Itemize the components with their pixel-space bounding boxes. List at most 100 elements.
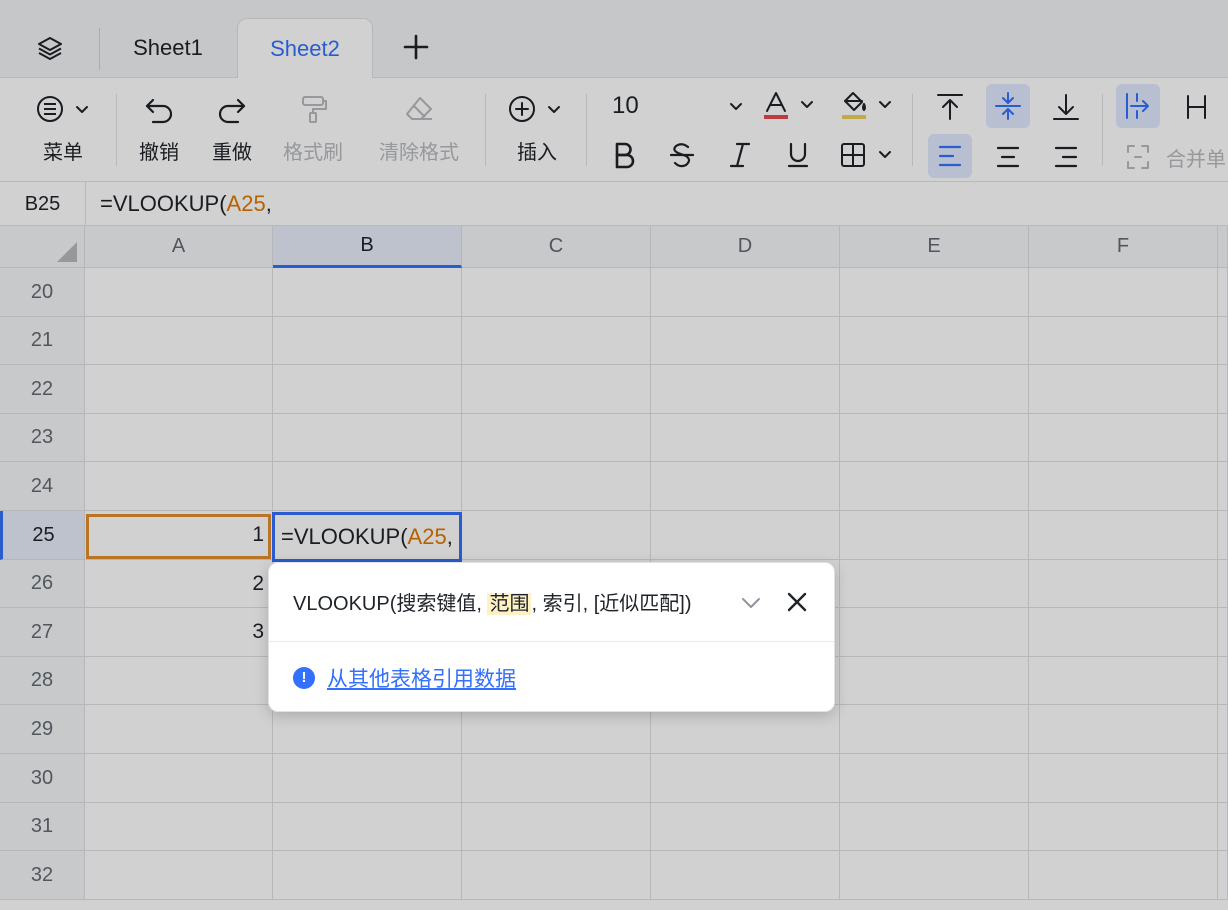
chevron-down-icon[interactable] bbox=[726, 96, 746, 121]
column-header-b[interactable]: B bbox=[273, 226, 462, 268]
close-icon[interactable] bbox=[782, 587, 812, 617]
cell-f27[interactable] bbox=[1029, 608, 1218, 657]
cell-c30[interactable] bbox=[462, 754, 651, 803]
menu-button[interactable]: 菜单 bbox=[33, 88, 93, 165]
cell-f32[interactable] bbox=[1029, 851, 1218, 900]
cell-e28[interactable] bbox=[840, 657, 1029, 705]
cell-a28[interactable] bbox=[85, 657, 273, 705]
cell-d29[interactable] bbox=[651, 705, 840, 754]
cell-e21[interactable] bbox=[840, 317, 1029, 365]
cell-c25[interactable] bbox=[462, 511, 651, 560]
cell-f30[interactable] bbox=[1029, 754, 1218, 803]
cell-a31[interactable] bbox=[85, 803, 273, 851]
cell-e29[interactable] bbox=[840, 705, 1029, 754]
cell-f29[interactable] bbox=[1029, 705, 1218, 754]
font-color-icon[interactable] bbox=[760, 90, 820, 122]
cell-d30[interactable] bbox=[651, 754, 840, 803]
cell-e32[interactable] bbox=[840, 851, 1029, 900]
clear-format-button[interactable]: 清除格式 bbox=[376, 88, 462, 165]
align-top-icon[interactable] bbox=[928, 86, 972, 128]
cell-a21[interactable] bbox=[85, 317, 273, 365]
cell-f23[interactable] bbox=[1029, 414, 1218, 462]
format-painter-button[interactable]: 格式刷 bbox=[283, 88, 343, 165]
cell-g27[interactable] bbox=[1218, 608, 1228, 657]
row-header-20[interactable]: 20 bbox=[0, 268, 85, 317]
align-middle-icon[interactable] bbox=[986, 84, 1030, 128]
cell-f31[interactable] bbox=[1029, 803, 1218, 851]
cell-a32[interactable] bbox=[85, 851, 273, 900]
cell-c22[interactable] bbox=[462, 365, 651, 414]
cell-e27[interactable] bbox=[840, 608, 1029, 657]
cell-a29[interactable] bbox=[85, 705, 273, 754]
cell-a20[interactable] bbox=[85, 268, 273, 317]
cell-f22[interactable] bbox=[1029, 365, 1218, 414]
cell-c20[interactable] bbox=[462, 268, 651, 317]
cell-e31[interactable] bbox=[840, 803, 1029, 851]
cell-f20[interactable] bbox=[1029, 268, 1218, 317]
cell-c23[interactable] bbox=[462, 414, 651, 462]
cell-b29[interactable] bbox=[273, 705, 462, 754]
cell-g32[interactable] bbox=[1218, 851, 1228, 900]
column-header-c[interactable]: C bbox=[462, 226, 651, 268]
cell-a26[interactable]: 2 bbox=[85, 560, 273, 608]
row-header-25[interactable]: 25 bbox=[0, 511, 85, 560]
column-header-d[interactable]: D bbox=[651, 226, 840, 268]
cell-b21[interactable] bbox=[273, 317, 462, 365]
fill-color-icon[interactable] bbox=[838, 90, 898, 122]
merge-cells-label[interactable]: 合并单 bbox=[1166, 140, 1226, 174]
cell-c32[interactable] bbox=[462, 851, 651, 900]
cell-f24[interactable] bbox=[1029, 462, 1218, 511]
layers-icon[interactable] bbox=[30, 28, 70, 68]
cell-e30[interactable] bbox=[840, 754, 1029, 803]
cell-c31[interactable] bbox=[462, 803, 651, 851]
cell-editor[interactable]: =VLOOKUP(A25, bbox=[272, 512, 462, 562]
row-header-31[interactable]: 31 bbox=[0, 803, 85, 851]
select-all-corner[interactable] bbox=[0, 226, 85, 268]
expand-chevron-icon[interactable] bbox=[739, 591, 763, 620]
border-icon[interactable] bbox=[838, 136, 898, 174]
row-header-24[interactable]: 24 bbox=[0, 462, 85, 511]
cell-c24[interactable] bbox=[462, 462, 651, 511]
tab-sheet1[interactable]: Sheet1 bbox=[104, 18, 232, 78]
row-header-26[interactable]: 26 bbox=[0, 560, 85, 608]
cell-e25[interactable] bbox=[840, 511, 1029, 560]
column-header-partial[interactable] bbox=[1218, 226, 1228, 268]
cell-f25[interactable] bbox=[1029, 511, 1218, 560]
row-header-29[interactable]: 29 bbox=[0, 705, 85, 754]
cell-d24[interactable] bbox=[651, 462, 840, 511]
font-size-value[interactable]: 10 bbox=[612, 92, 639, 120]
merge-cells-icon[interactable] bbox=[1118, 136, 1158, 178]
cell-f21[interactable] bbox=[1029, 317, 1218, 365]
cell-f28[interactable] bbox=[1029, 657, 1218, 705]
cell-b22[interactable] bbox=[273, 365, 462, 414]
cell-e26[interactable] bbox=[840, 560, 1029, 608]
cell-d21[interactable] bbox=[651, 317, 840, 365]
row-header-30[interactable]: 30 bbox=[0, 754, 85, 803]
text-clip-icon[interactable] bbox=[1176, 86, 1220, 128]
add-sheet-icon[interactable] bbox=[396, 27, 436, 67]
cell-a25[interactable]: 1 bbox=[85, 511, 273, 560]
cell-reference[interactable]: B25 bbox=[0, 182, 86, 226]
cell-g25[interactable] bbox=[1218, 511, 1228, 560]
row-header-32[interactable]: 32 bbox=[0, 851, 85, 900]
cell-g22[interactable] bbox=[1218, 365, 1228, 414]
cell-d25[interactable] bbox=[651, 511, 840, 560]
insert-button[interactable]: 插入 bbox=[507, 88, 567, 165]
cell-a24[interactable] bbox=[85, 462, 273, 511]
align-right-icon[interactable] bbox=[1044, 136, 1088, 178]
cell-d31[interactable] bbox=[651, 803, 840, 851]
cell-b20[interactable] bbox=[273, 268, 462, 317]
cell-b30[interactable] bbox=[273, 754, 462, 803]
cell-a22[interactable] bbox=[85, 365, 273, 414]
cell-c21[interactable] bbox=[462, 317, 651, 365]
cell-e20[interactable] bbox=[840, 268, 1029, 317]
text-overflow-icon[interactable] bbox=[1116, 84, 1160, 128]
cell-f26[interactable] bbox=[1029, 560, 1218, 608]
cell-g20[interactable] bbox=[1218, 268, 1228, 317]
formula-input[interactable]: =VLOOKUP(A25, bbox=[100, 182, 272, 226]
align-center-icon[interactable] bbox=[986, 136, 1030, 178]
column-header-f[interactable]: F bbox=[1029, 226, 1218, 268]
row-header-28[interactable]: 28 bbox=[0, 657, 85, 705]
align-bottom-icon[interactable] bbox=[1044, 86, 1088, 128]
row-header-21[interactable]: 21 bbox=[0, 317, 85, 365]
